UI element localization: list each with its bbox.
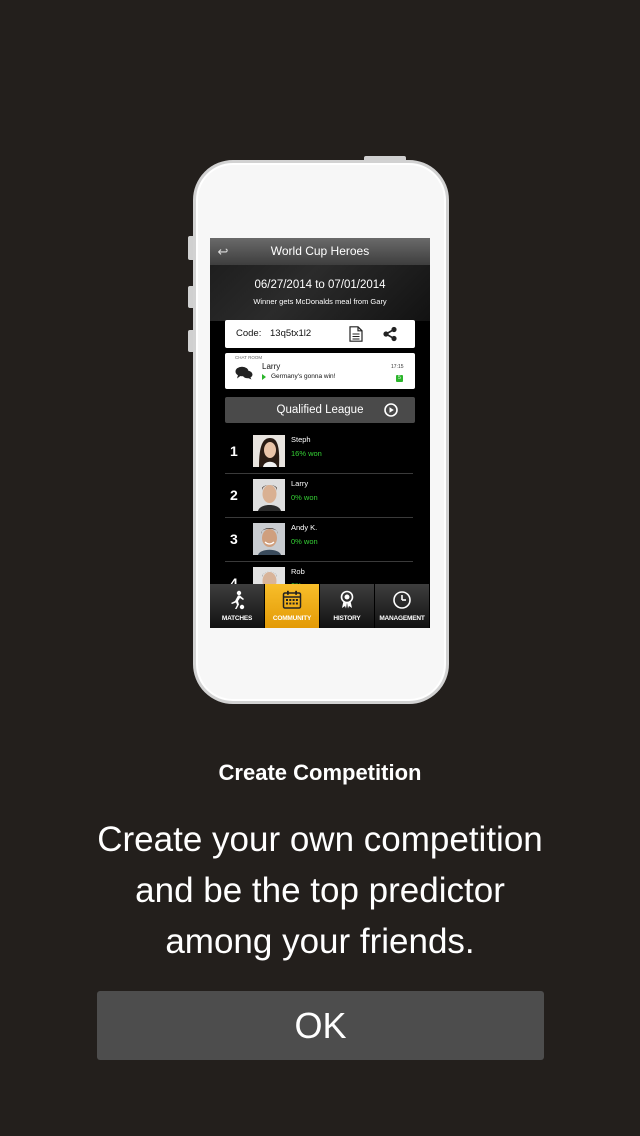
rank-number: 2 bbox=[230, 487, 238, 503]
competition-info: 06/27/2014 to 07/01/2014 Winner gets McD… bbox=[210, 265, 430, 321]
play-circle-icon bbox=[384, 403, 398, 417]
description-line: and be the top predictor bbox=[135, 871, 505, 910]
ranking-row[interactable]: 1 Steph 16% won bbox=[225, 429, 413, 474]
back-arrow-icon: ↩ bbox=[217, 244, 229, 259]
onboarding-title: Create Competition bbox=[218, 760, 422, 785]
avatar bbox=[253, 435, 285, 467]
clock-icon bbox=[393, 591, 411, 609]
tab-label: MANAGEMENT bbox=[379, 615, 425, 622]
player-name: Andy K. bbox=[291, 523, 318, 532]
tab-label: HISTORY bbox=[333, 615, 361, 622]
rank-number: 3 bbox=[230, 531, 238, 547]
code-value: 13q5tx1l2 bbox=[270, 328, 312, 339]
chat-arrow-icon bbox=[262, 374, 266, 380]
soccer-player-icon bbox=[231, 590, 245, 610]
tab-label: COMMUNITY bbox=[272, 615, 312, 622]
chat-bubbles-icon bbox=[235, 366, 253, 380]
share-icon[interactable] bbox=[382, 326, 398, 342]
ranking-row[interactable]: 2 Larry 0% won bbox=[225, 473, 413, 518]
tab-community[interactable]: COMMUNITY bbox=[265, 584, 320, 628]
description-line: Create your own competition bbox=[97, 820, 543, 859]
player-name: Larry bbox=[291, 479, 309, 488]
player-win-rate: 0% won bbox=[291, 537, 318, 546]
competition-dates: 06/27/2014 to 07/01/2014 bbox=[254, 279, 386, 291]
description-line: among your friends. bbox=[165, 922, 475, 961]
qualified-league-button[interactable]: Qualified League bbox=[225, 397, 415, 423]
chat-message: Germany's gonna win! bbox=[271, 373, 336, 380]
tab-label: MATCHES bbox=[221, 615, 253, 622]
chat-time: 17:15 bbox=[391, 364, 404, 370]
code-box: Code: 13q5tx1l2 bbox=[225, 320, 415, 348]
player-win-rate: 16% won bbox=[291, 449, 322, 458]
phone-screen: ↩ World Cup Heroes 06/27/2014 to 07/01/2… bbox=[210, 238, 430, 628]
chat-room-card[interactable]: CHAT ROOM Larry Germany's gonna win! 17:… bbox=[225, 353, 415, 389]
rank-number: 1 bbox=[230, 443, 238, 459]
tab-bar: MATCHES COMMUNITY HISTORY MANAGEMENT bbox=[210, 584, 430, 628]
calendar-icon bbox=[282, 590, 302, 609]
competition-title: World Cup Heroes bbox=[270, 244, 370, 258]
tab-matches[interactable]: MATCHES bbox=[210, 584, 265, 628]
chat-author: Larry bbox=[262, 362, 281, 371]
screen-header: ↩ World Cup Heroes bbox=[210, 238, 430, 265]
code-label: Code: bbox=[236, 328, 262, 339]
tab-history[interactable]: HISTORY bbox=[320, 584, 375, 628]
tab-management[interactable]: MANAGEMENT bbox=[375, 584, 430, 628]
chat-room-title: CHAT ROOM bbox=[235, 355, 263, 360]
avatar bbox=[253, 523, 285, 555]
player-name: Steph bbox=[291, 435, 311, 444]
avatar bbox=[253, 479, 285, 511]
ranking-row[interactable]: 3 Andy K. 0% won bbox=[225, 517, 413, 562]
player-name: Rob bbox=[291, 567, 305, 576]
chat-unread-badge: 5 bbox=[396, 375, 403, 382]
player-win-rate: 0% won bbox=[291, 493, 318, 502]
competition-prize: Winner gets McDonalds meal from Gary bbox=[253, 297, 387, 306]
ok-button[interactable]: OK bbox=[97, 991, 544, 1060]
award-ribbon-icon bbox=[340, 590, 354, 609]
document-icon[interactable] bbox=[349, 326, 363, 342]
onboarding-description: Create your own competition and be the t… bbox=[60, 814, 580, 967]
